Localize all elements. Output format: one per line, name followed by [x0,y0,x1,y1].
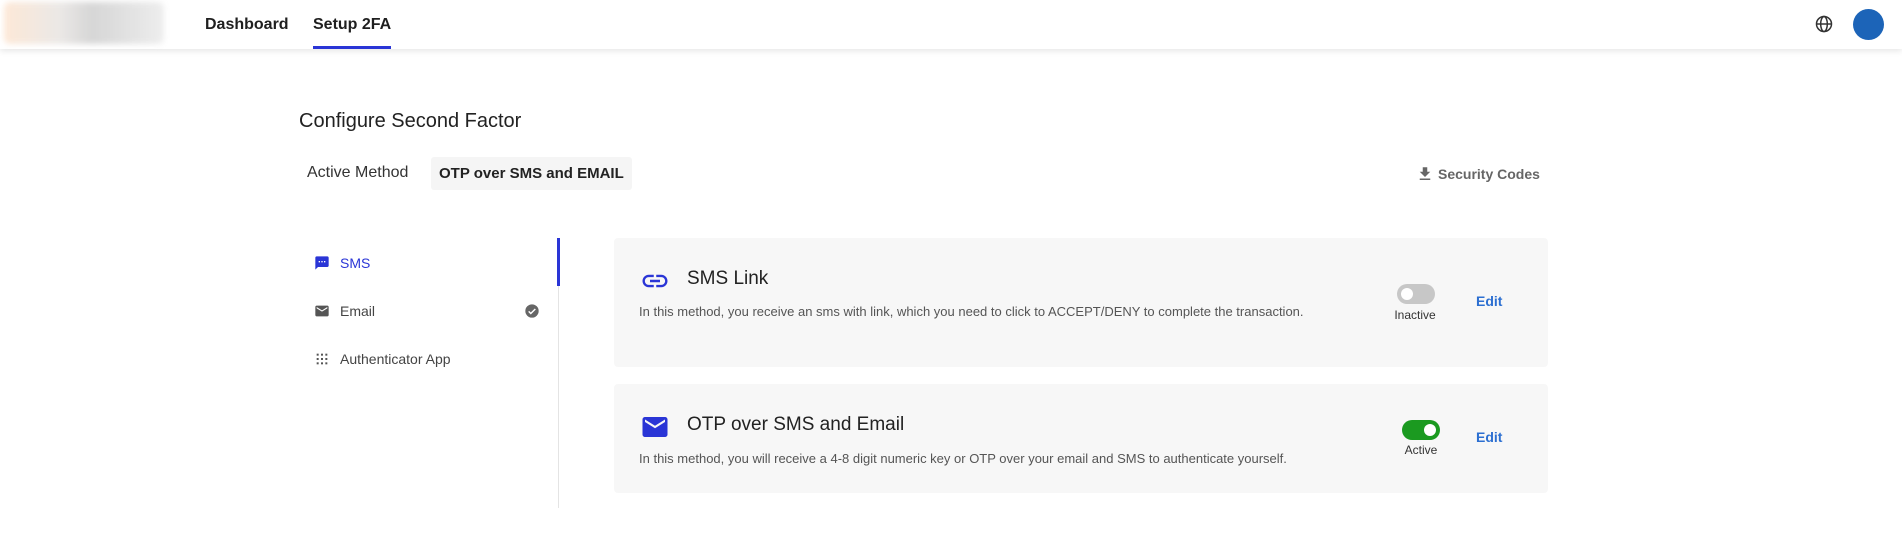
tab-setup-2fa-label: Setup 2FA [313,16,392,33]
top-bar: Dashboard Setup 2FA [0,0,1902,49]
edit-otp-sms-email-button[interactable]: Edit [1476,429,1502,445]
method-card-sms-link: SMS Link In this method, you receive an … [614,238,1548,367]
sidebar-item-authenticator-app[interactable]: Authenticator App [314,347,540,371]
page-title: Configure Second Factor [299,110,522,132]
sidebar-item-label: SMS [340,255,371,271]
sidebar-item-email[interactable]: Email [314,299,540,323]
method-sidebar: SMS Email Authenticator App [300,238,560,508]
active-method-value: OTP over SMS and EMAIL [431,157,632,190]
method-status: Inactive [1394,308,1436,322]
grid-icon [316,353,328,365]
method-title: SMS Link [687,268,769,289]
mail-icon [315,305,329,317]
chat-icon [315,256,329,270]
brand-logo[interactable] [4,2,164,44]
user-avatar[interactable] [1853,9,1884,40]
method-status: Active [1404,443,1438,457]
link-icon [642,274,668,288]
sidebar-item-sms[interactable]: SMS [314,251,540,275]
method-title: OTP over SMS and Email [687,414,905,435]
tab-dashboard[interactable]: Dashboard [205,0,289,49]
method-toggle-sms-link[interactable] [1397,284,1435,304]
tab-dashboard-label: Dashboard [205,16,289,33]
toggle-knob [1401,288,1413,300]
download-icon [1419,167,1431,180]
toggle-knob [1424,424,1436,436]
active-tab-indicator [313,46,392,49]
mail-icon [642,417,668,437]
check-circle-icon [525,304,539,318]
active-method-label: Active Method [307,164,409,181]
security-codes-label: Security Codes [1438,166,1540,182]
method-toggle-otp-sms-email[interactable] [1402,420,1440,440]
method-description: In this method, you will receive a 4-8 d… [639,451,1287,466]
edit-sms-link-button[interactable]: Edit [1476,293,1502,309]
method-description: In this method, you receive an sms with … [639,304,1304,319]
tab-setup-2fa[interactable]: Setup 2FA [313,0,392,49]
sidebar-item-label: Email [340,303,376,319]
sidebar-active-indicator [557,238,560,286]
sidebar-item-label: Authenticator App [340,351,451,367]
globe-icon[interactable] [1814,14,1834,34]
security-codes-button[interactable]: Security Codes [1416,163,1540,185]
method-card-otp-sms-email: OTP over SMS and Email In this method, y… [614,384,1548,493]
